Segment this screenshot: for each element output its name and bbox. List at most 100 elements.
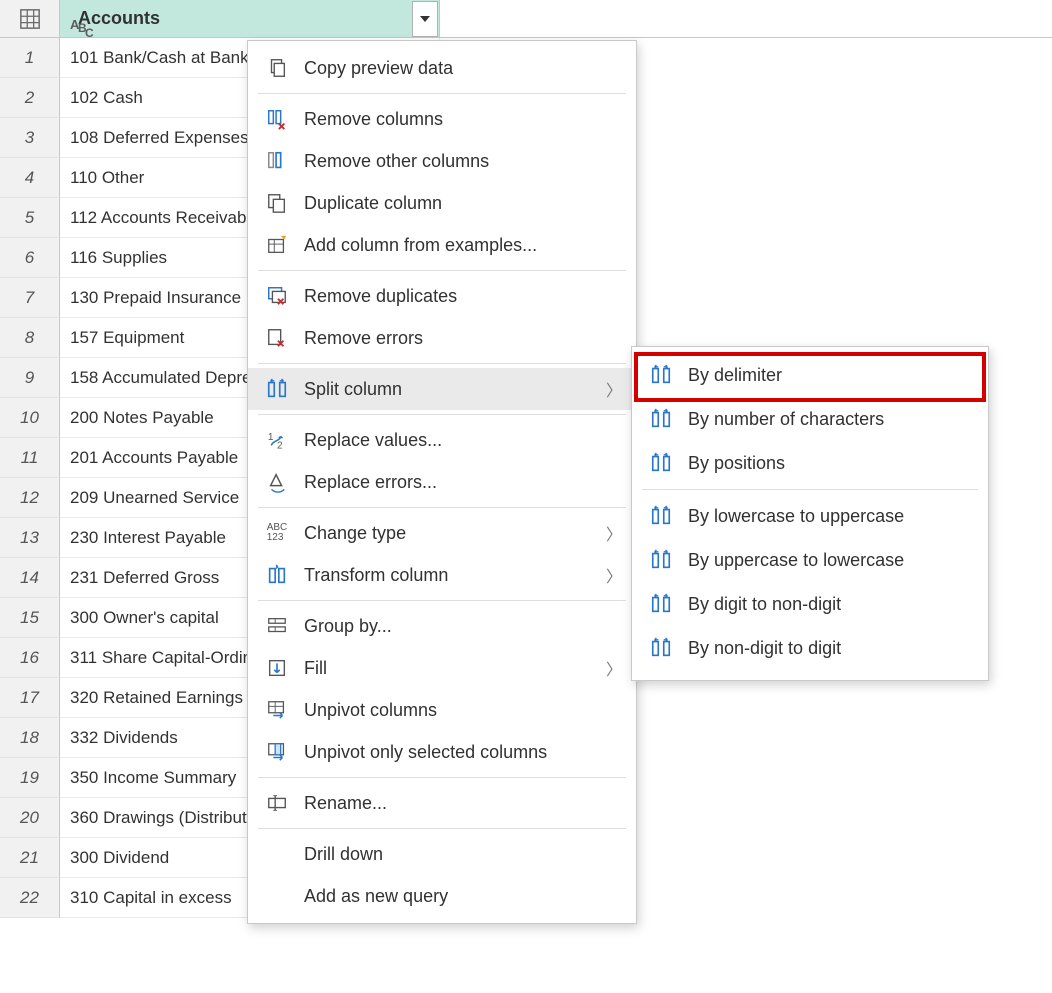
menu-separator: [258, 414, 626, 415]
menu-label: Duplicate column: [304, 193, 622, 214]
menu-label: Replace values...: [304, 430, 622, 451]
menu-label: By uppercase to lowercase: [688, 550, 974, 571]
menu-label: By lowercase to uppercase: [688, 506, 974, 527]
menu-drill-down[interactable]: Drill down: [248, 833, 636, 875]
group-by-icon: [262, 615, 292, 637]
submenu-digit-to-non-digit[interactable]: By digit to non-digit: [632, 582, 988, 626]
menu-group-by[interactable]: Group by...: [248, 605, 636, 647]
menu-label: Remove duplicates: [304, 286, 622, 307]
menu-label: Unpivot columns: [304, 700, 622, 721]
menu-separator: [258, 777, 626, 778]
row-number: 1: [0, 38, 60, 78]
row-number: 19: [0, 758, 60, 798]
submenu-by-positions[interactable]: By positions: [632, 441, 988, 485]
row-number: 6: [0, 238, 60, 278]
split-icon: [646, 549, 676, 571]
add-column-examples-icon: [262, 234, 292, 256]
submenu-by-number-of-characters[interactable]: By number of characters: [632, 397, 988, 441]
row-number: 9: [0, 358, 60, 398]
menu-fill[interactable]: Fill 〉: [248, 647, 636, 689]
menu-label: Drill down: [304, 844, 622, 865]
table-icon: [19, 8, 41, 30]
remove-duplicates-icon: [262, 285, 292, 307]
split-icon: [646, 505, 676, 527]
menu-separator: [258, 93, 626, 94]
row-number: 17: [0, 678, 60, 718]
row-number: 5: [0, 198, 60, 238]
split-column-icon: [262, 378, 292, 400]
split-column-submenu: By delimiter By number of characters By …: [631, 346, 989, 681]
menu-label: Group by...: [304, 616, 622, 637]
row-number: 10: [0, 398, 60, 438]
menu-add-column-from-examples[interactable]: Add column from examples...: [248, 224, 636, 266]
row-number: 8: [0, 318, 60, 358]
column-header-accounts[interactable]: ABC Accounts: [60, 0, 440, 37]
menu-change-type[interactable]: ABC123 Change type 〉: [248, 512, 636, 554]
unpivot-selected-icon: [262, 741, 292, 763]
menu-transform-column[interactable]: Transform column 〉: [248, 554, 636, 596]
menu-add-as-new-query[interactable]: Add as new query: [248, 875, 636, 917]
menu-remove-other-columns[interactable]: Remove other columns: [248, 140, 636, 182]
menu-remove-columns[interactable]: Remove columns: [248, 98, 636, 140]
duplicate-icon: [262, 192, 292, 214]
table-header-row: ABC Accounts: [0, 0, 1052, 38]
menu-label: By positions: [688, 453, 974, 474]
row-number: 18: [0, 718, 60, 758]
split-icon: [646, 452, 676, 474]
unpivot-icon: [262, 699, 292, 721]
menu-label: Add as new query: [304, 886, 622, 907]
transform-icon: [262, 564, 292, 586]
menu-separator: [258, 828, 626, 829]
chevron-down-icon: [420, 16, 430, 22]
menu-label: By delimiter: [688, 365, 974, 386]
menu-separator: [258, 363, 626, 364]
menu-label: Split column: [304, 379, 606, 400]
row-number: 20: [0, 798, 60, 838]
row-number: 14: [0, 558, 60, 598]
submenu-uppercase-to-lowercase[interactable]: By uppercase to lowercase: [632, 538, 988, 582]
chevron-right-icon: 〉: [606, 656, 622, 680]
menu-separator: [258, 507, 626, 508]
row-number: 7: [0, 278, 60, 318]
copy-icon: [262, 57, 292, 79]
menu-split-column[interactable]: Split column 〉: [248, 368, 636, 410]
menu-replace-errors[interactable]: Replace errors...: [248, 461, 636, 503]
row-number: 2: [0, 78, 60, 118]
submenu-lowercase-to-uppercase[interactable]: By lowercase to uppercase: [632, 494, 988, 538]
replace-values-icon: 12: [262, 429, 292, 451]
remove-columns-icon: [262, 108, 292, 130]
row-number: 15: [0, 598, 60, 638]
row-number: 12: [0, 478, 60, 518]
menu-copy-preview-data[interactable]: Copy preview data: [248, 47, 636, 89]
row-number: 13: [0, 518, 60, 558]
menu-duplicate-column[interactable]: Duplicate column: [248, 182, 636, 224]
select-all-corner[interactable]: [0, 0, 60, 37]
menu-rename[interactable]: Rename...: [248, 782, 636, 824]
submenu-by-delimiter[interactable]: By delimiter: [632, 353, 988, 397]
menu-replace-values[interactable]: 12 Replace values...: [248, 419, 636, 461]
menu-label: Copy preview data: [304, 58, 622, 79]
split-icon: [646, 364, 676, 386]
menu-unpivot-columns[interactable]: Unpivot columns: [248, 689, 636, 731]
column-dropdown-button[interactable]: [412, 1, 438, 37]
replace-errors-icon: [262, 471, 292, 493]
menu-remove-errors[interactable]: Remove errors: [248, 317, 636, 359]
chevron-right-icon: 〉: [606, 563, 622, 587]
menu-label: By non-digit to digit: [688, 638, 974, 659]
menu-unpivot-selected[interactable]: Unpivot only selected columns: [248, 731, 636, 773]
row-number: 22: [0, 878, 60, 918]
split-icon: [646, 637, 676, 659]
svg-text:2: 2: [277, 440, 283, 451]
menu-label: Fill: [304, 658, 606, 679]
submenu-non-digit-to-digit[interactable]: By non-digit to digit: [632, 626, 988, 670]
row-number: 21: [0, 838, 60, 878]
chevron-right-icon: 〉: [606, 377, 622, 401]
menu-remove-duplicates[interactable]: Remove duplicates: [248, 275, 636, 317]
menu-label: Change type: [304, 523, 606, 544]
fill-icon: [262, 657, 292, 679]
remove-other-columns-icon: [262, 150, 292, 172]
menu-label: Transform column: [304, 565, 606, 586]
split-icon: [646, 408, 676, 430]
row-number: 4: [0, 158, 60, 198]
row-number: 11: [0, 438, 60, 478]
